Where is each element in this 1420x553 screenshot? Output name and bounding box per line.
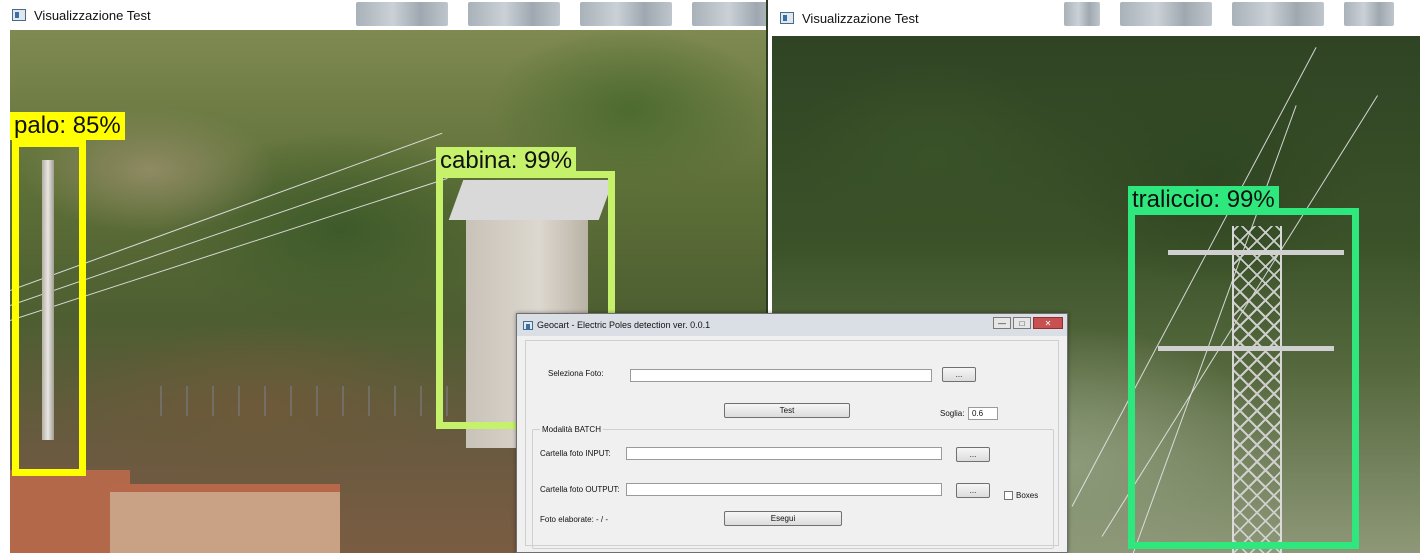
minimize-button[interactable]: — (993, 317, 1011, 329)
app-window-icon (12, 9, 26, 21)
app-window-icon (523, 320, 533, 330)
output-folder-field[interactable] (626, 483, 942, 496)
blurred-taskbar-items (1064, 2, 1394, 26)
left-window-title: Visualizzazione Test (34, 7, 151, 23)
right-window-titlebar[interactable]: Visualizzazione Test (768, 0, 1420, 36)
detection-label-traliccio: traliccio: 99% (1128, 186, 1279, 214)
input-folder-label: Cartella foto INPUT: (540, 449, 611, 458)
detection-box-palo (12, 140, 86, 476)
blurred-tab (692, 2, 766, 26)
detection-label-palo: palo: 85% (10, 112, 125, 140)
app-window-icon (780, 12, 794, 24)
geocart-dialog: Geocart - Electric Poles detection ver. … (516, 313, 1068, 553)
window-controls: — □ ✕ (993, 317, 1063, 329)
detection-label-cabina: cabina: 99% (436, 147, 577, 175)
dialog-title: Geocart - Electric Poles detection ver. … (537, 320, 711, 330)
browse-photo-button[interactable]: ... (942, 367, 976, 382)
maximize-button[interactable]: □ (1013, 317, 1031, 329)
blurred-tab (468, 2, 560, 26)
run-button[interactable]: Esegui (724, 511, 842, 526)
blurred-taskbar-items (356, 2, 766, 26)
fence (160, 386, 460, 416)
blurred-tab (356, 2, 448, 26)
threshold-input[interactable]: 0.6 (968, 407, 998, 420)
left-window-titlebar[interactable]: Visualizzazione Test (0, 0, 766, 30)
blurred-tab (1064, 2, 1100, 26)
select-photo-input[interactable] (630, 369, 932, 382)
detection-box-traliccio (1128, 208, 1359, 549)
blurred-tab (1120, 2, 1212, 26)
browse-input-folder-button[interactable]: ... (956, 447, 990, 462)
boxes-checkbox[interactable] (1004, 491, 1013, 500)
batch-mode-label: Modalità BATCH (540, 425, 603, 434)
test-button[interactable]: Test (724, 403, 850, 418)
blurred-tab (1232, 2, 1324, 26)
dialog-titlebar[interactable]: Geocart - Electric Poles detection ver. … (517, 314, 1067, 336)
processed-photos-status: Foto elaborate: - / - (540, 515, 609, 524)
house-terrace (110, 484, 340, 553)
blurred-tab (580, 2, 672, 26)
blurred-tab (1344, 2, 1394, 26)
right-window-title: Visualizzazione Test (802, 10, 919, 26)
output-folder-label: Cartella foto OUTPUT: (540, 485, 620, 494)
dialog-body: Seleziona Foto: ... Test Soglia: 0.6 Mod… (525, 340, 1059, 549)
close-button[interactable]: ✕ (1033, 317, 1063, 329)
select-photo-label: Seleziona Foto: (548, 369, 604, 378)
threshold-label: Soglia: (940, 409, 965, 418)
input-folder-field[interactable] (626, 447, 942, 460)
browse-output-folder-button[interactable]: ... (956, 483, 990, 498)
boxes-label: Boxes (1016, 491, 1039, 500)
